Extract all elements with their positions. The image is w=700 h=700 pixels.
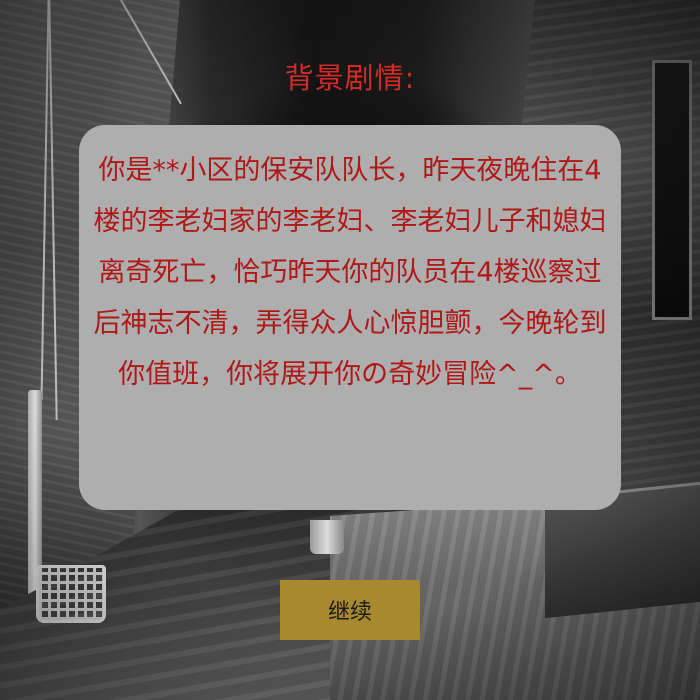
page-title: 背景剧情: [284,61,416,95]
story-card: 你是**小区的保安队队长，昨天夜晚住在4楼的李老妇家的李老妇、李老妇儿子和媳妇离… [79,125,621,510]
continue-button[interactable]: 继续 [280,580,420,640]
story-text: 你是**小区的保安队队长，昨天夜晚住在4楼的李老妇家的李老妇、李老妇儿子和媳妇离… [93,155,607,390]
